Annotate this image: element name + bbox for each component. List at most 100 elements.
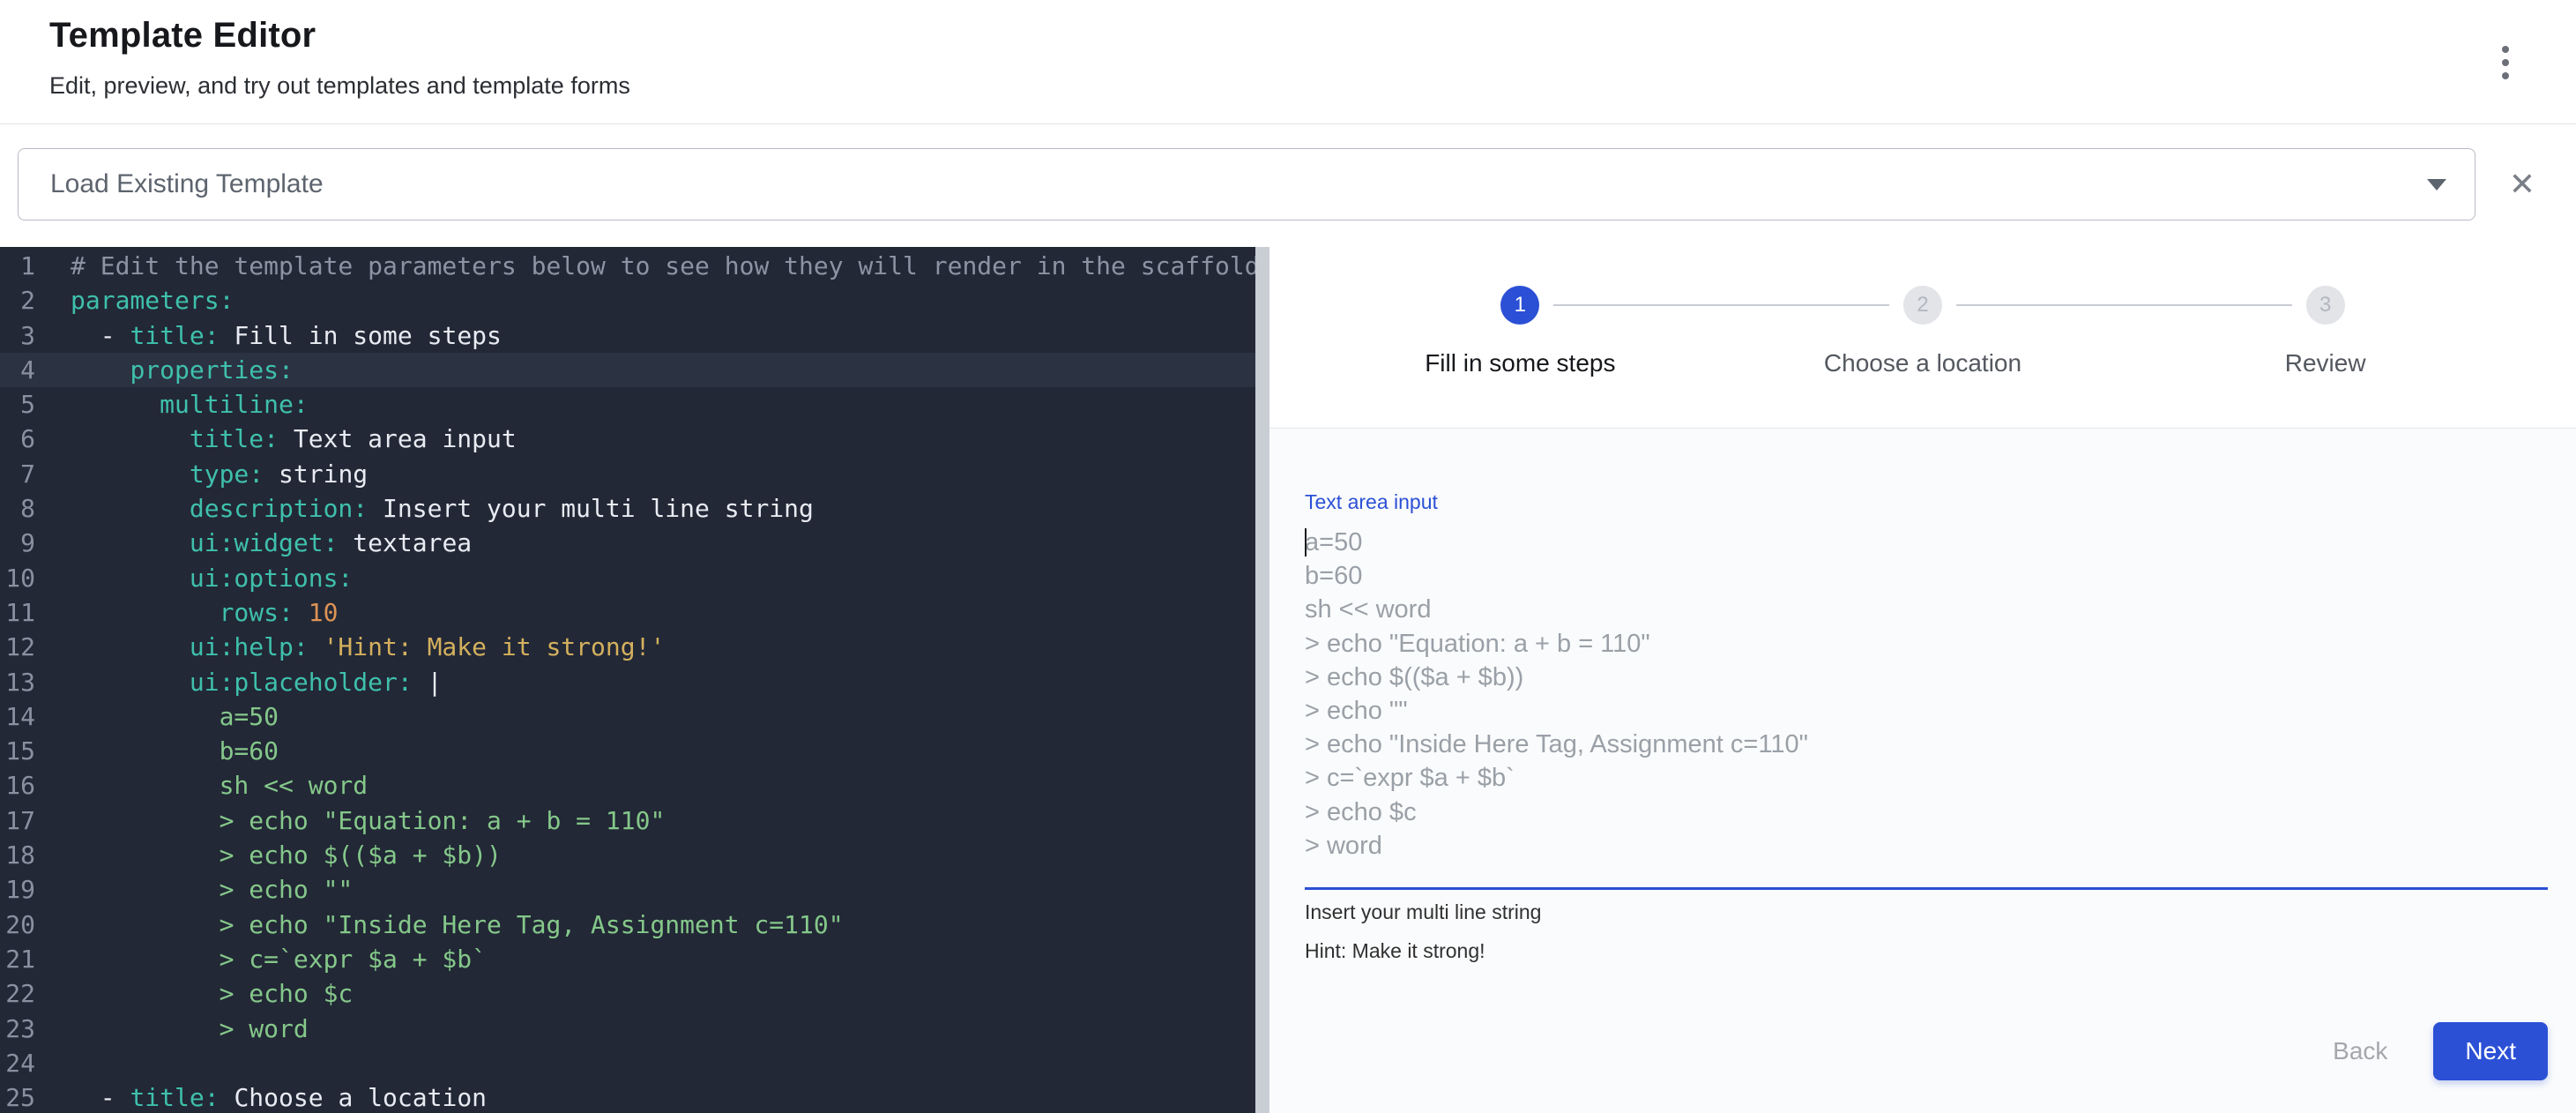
step-label: Fill in some steps (1425, 349, 1615, 377)
next-button[interactable]: Next (2433, 1022, 2548, 1080)
line-number: 24 (0, 1046, 35, 1080)
line-number: 21 (0, 942, 35, 976)
line-code: > echo "Equation: a + b = 110" (35, 803, 665, 838)
line-code: - title: Fill in some steps (35, 318, 502, 353)
line-code: b=60 (35, 734, 279, 768)
line-code: sh << word (35, 768, 368, 803)
page-header: Template Editor Edit, preview, and try o… (0, 0, 2576, 124)
code-line: 5 multiline: (0, 387, 1255, 422)
load-template-select[interactable]: Load Existing Template (18, 148, 2475, 220)
clear-selection-button[interactable]: ✕ (2498, 161, 2546, 208)
code-line: 15 b=60 (0, 734, 1255, 768)
line-number: 5 (0, 387, 35, 422)
editor-scrollbar[interactable] (1255, 247, 1269, 1113)
yaml-editor[interactable]: 1# Edit the template parameters below to… (0, 247, 1255, 1113)
line-number: 2 (0, 283, 35, 317)
form-preview-pane: 1 Fill in some steps 2 Choose a location 3Re… (1269, 247, 2576, 1113)
line-code: - title: Choose a location (35, 1080, 487, 1113)
line-number: 17 (0, 803, 35, 838)
line-code: parameters: (35, 283, 234, 317)
line-number: 12 (0, 630, 35, 664)
step-number-icon: 2 (1903, 286, 1942, 325)
line-code: title: Text area input (35, 422, 517, 456)
kebab-menu-icon (2502, 46, 2509, 53)
page-subtitle: Edit, preview, and try out templates and… (49, 72, 2576, 99)
textarea-wrap (1305, 526, 2548, 864)
code-line: 12 ui:help: 'Hint: Make it strong!' (0, 630, 1255, 664)
line-code (35, 1046, 71, 1080)
line-number: 4 (0, 353, 35, 387)
line-code: ui:options: (35, 561, 353, 595)
code-line: 2parameters: (0, 283, 1255, 317)
line-number: 3 (0, 318, 35, 353)
field-label: Text area input (1305, 490, 2548, 513)
line-number: 16 (0, 768, 35, 803)
stepper-step-2[interactable]: 2 Choose a location (1722, 286, 2125, 428)
code-line: 22 > echo $c (0, 976, 1255, 1011)
line-code: rows: 10 (35, 595, 338, 630)
code-line: 25 - title: Choose a location (0, 1080, 1255, 1113)
line-number: 15 (0, 734, 35, 768)
code-line: 23 > word (0, 1012, 1255, 1046)
line-code: multiline: (35, 387, 309, 422)
stepper-step-1[interactable]: 1 Fill in some steps (1319, 286, 1722, 428)
line-number: 20 (0, 908, 35, 942)
code-line: 3 - title: Fill in some steps (0, 318, 1255, 353)
line-code: description: Insert your multi line stri… (35, 491, 814, 526)
code-line: 19 > echo "" (0, 872, 1255, 907)
code-line: 13 ui:placeholder: | (0, 665, 1255, 699)
line-number: 10 (0, 561, 35, 595)
line-number: 9 (0, 526, 35, 560)
code-line: 7 type: string (0, 457, 1255, 491)
line-code: > c=`expr $a + $b` (35, 942, 487, 976)
line-code: > echo $c (35, 976, 353, 1011)
stepper-step-3[interactable]: 3Review (2124, 286, 2527, 428)
stepper-connector (1956, 304, 2292, 306)
code-line: 8 description: Insert your multi line st… (0, 491, 1255, 526)
code-line: 21 > c=`expr $a + $b` (0, 942, 1255, 976)
line-number: 7 (0, 457, 35, 491)
code-line: 20 > echo "Inside Here Tag, Assignment c… (0, 908, 1255, 942)
more-options-button[interactable] (2486, 39, 2525, 86)
code-line: 14 a=50 (0, 699, 1255, 734)
text-caret (1305, 528, 1307, 556)
code-line: 9 ui:widget: textarea (0, 526, 1255, 560)
line-number: 11 (0, 595, 35, 630)
load-template-placeholder: Load Existing Template (50, 169, 324, 199)
line-number: 25 (0, 1080, 35, 1113)
stepper-connector (1553, 304, 1889, 306)
template-editor-page: Template Editor Edit, preview, and try o… (0, 0, 2576, 1113)
code-line: 18 > echo $(($a + $b)) (0, 838, 1255, 872)
line-number: 18 (0, 838, 35, 872)
close-icon: ✕ (2509, 166, 2535, 202)
editor-lines: 1# Edit the template parameters below to… (0, 249, 1255, 1113)
step-label: Review (2285, 349, 2366, 377)
field-underline (1305, 887, 2548, 890)
line-code: properties: (35, 353, 294, 387)
back-button[interactable]: Back (2317, 1025, 2403, 1078)
line-number: 19 (0, 872, 35, 907)
code-line: 17 > echo "Equation: a + b = 110" (0, 803, 1255, 838)
line-code: > echo $(($a + $b)) (35, 838, 502, 872)
line-number: 14 (0, 699, 35, 734)
line-code: ui:widget: textarea (35, 526, 472, 560)
line-code: > word (35, 1012, 309, 1046)
code-line: 16 sh << word (0, 768, 1255, 803)
code-line: 10 ui:options: (0, 561, 1255, 595)
step-label: Choose a location (1824, 349, 2021, 377)
page-title: Template Editor (49, 16, 2576, 55)
multiline-textarea[interactable] (1305, 526, 2548, 864)
stepper: 1 Fill in some steps 2 Choose a location 3Re… (1269, 247, 2576, 429)
line-number: 8 (0, 491, 35, 526)
form-actions: Back Next (1305, 1022, 2548, 1080)
template-select-row: Load Existing Template ✕ (0, 148, 2576, 220)
line-code: ui:help: 'Hint: Make it strong!' (35, 630, 665, 664)
line-number: 6 (0, 422, 35, 456)
code-line: 4 properties: (0, 353, 1255, 387)
line-code: a=50 (35, 699, 279, 734)
line-number: 22 (0, 976, 35, 1011)
line-number: 1 (0, 249, 35, 283)
step-number-icon: 1 (1500, 286, 1539, 325)
code-line: 1# Edit the template parameters below to… (0, 249, 1255, 283)
chevron-down-icon (2427, 179, 2446, 190)
